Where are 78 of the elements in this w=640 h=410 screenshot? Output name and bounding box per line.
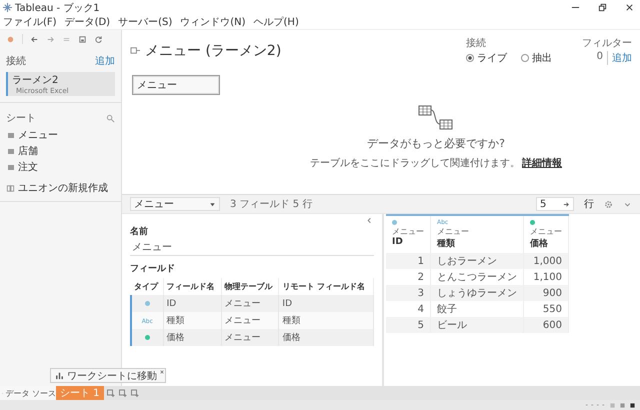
- prompt-heading: データがもっと必要ですか?: [367, 136, 505, 151]
- table-cell: ビール: [430, 317, 524, 333]
- new-story-icon[interactable]: [130, 388, 140, 398]
- summary-text: 3 フィールド 5 行: [230, 198, 312, 211]
- column-header[interactable]: ID: [392, 237, 424, 247]
- add-link[interactable]: 追加: [95, 54, 115, 68]
- new-union-item[interactable]: ユニオンの新規作成: [18, 181, 108, 195]
- table-cell: 900: [524, 285, 568, 301]
- column-table-name: メニュー: [530, 226, 562, 237]
- table-cell: 3: [386, 285, 430, 301]
- forward-arrow-icon[interactable]: [46, 34, 55, 44]
- menu-item[interactable]: ファイル(F): [3, 15, 57, 29]
- table-icon: [8, 148, 14, 154]
- table-icon: [8, 164, 14, 170]
- filmstrip-view-icon[interactable]: [629, 402, 636, 408]
- go-to-worksheet-tooltip[interactable]: ワークシートに移動: [50, 368, 166, 383]
- sheet-item[interactable]: 店舗: [18, 144, 38, 158]
- table-cell: しおラーメン: [430, 253, 524, 269]
- table-node[interactable]: メニュー: [132, 75, 220, 95]
- settings-icon[interactable]: [604, 200, 613, 208]
- sheet-item[interactable]: 注文: [18, 160, 38, 174]
- menu-item[interactable]: ウィンドウ(N): [180, 15, 246, 29]
- logo-icon[interactable]: [6, 34, 15, 44]
- refresh-icon[interactable]: [94, 34, 103, 44]
- section-label: シート: [6, 112, 36, 125]
- rows-field[interactable]: 5: [536, 197, 574, 211]
- related-tables-drawing: [418, 105, 454, 131]
- column-table-name: メニュー: [392, 226, 424, 237]
- menu-item[interactable]: データ(D): [64, 15, 110, 29]
- arrow-icon: [563, 200, 570, 208]
- data-source-title[interactable]: メニュー (ラーメン2): [145, 42, 282, 60]
- add-filter-link[interactable]: 追加: [612, 51, 632, 65]
- connection-label: 接続: [466, 36, 487, 50]
- restore-icon[interactable]: [598, 3, 607, 12]
- search-icon[interactable]: [106, 114, 115, 122]
- column-table-name: メニュー: [437, 226, 470, 237]
- table-select[interactable]: メニュー: [130, 197, 220, 211]
- bar-chart-icon: [55, 371, 64, 380]
- table-cell: 価格: [278, 329, 374, 346]
- column-header[interactable]: 種類: [437, 237, 517, 250]
- radio-label: ライブ: [477, 52, 507, 65]
- menu-item[interactable]: ヘルプ(H): [254, 15, 299, 29]
- hint-text: テーブルをここにドラッグして関連付けます。: [310, 156, 520, 170]
- window-title: Tableau - ブック1: [15, 2, 100, 14]
- filter-label: フィルター: [582, 37, 632, 50]
- sheet-item[interactable]: メニュー: [18, 128, 58, 142]
- section-label: 接続: [6, 54, 26, 68]
- table-icon: [8, 132, 14, 138]
- list-view-icon[interactable]: [619, 402, 626, 408]
- name-label: 名前: [130, 226, 149, 238]
- close-icon[interactable]: [625, 3, 634, 12]
- navigation-icon[interactable]: [584, 402, 606, 408]
- table-cell: 価格: [163, 329, 222, 346]
- learn-more-link[interactable]: 詳細情報: [522, 156, 562, 170]
- table-cell: 1: [386, 253, 430, 269]
- close-icon[interactable]: [160, 370, 164, 374]
- filter-count: 0: [596, 51, 608, 65]
- menu-item[interactable]: サーバー(S): [118, 15, 172, 29]
- back-arrow-icon[interactable]: [30, 34, 39, 44]
- table-cell: 5: [386, 317, 430, 333]
- table-cell: メニュー: [221, 329, 279, 346]
- caret-icon: [209, 200, 216, 208]
- table-cell: 1,000: [524, 253, 568, 269]
- name-field[interactable]: メニュー: [130, 239, 374, 256]
- data-source-tab[interactable]: データ ソース: [0, 386, 56, 400]
- fields-label: フィールド: [130, 263, 176, 275]
- new-worksheet-icon[interactable]: [106, 388, 116, 398]
- radio-button[interactable]: [521, 54, 529, 62]
- app-icon: [3, 3, 12, 12]
- radio-label: 抽出: [532, 52, 552, 65]
- column-header[interactable]: 価格: [530, 237, 562, 250]
- new-dashboard-icon[interactable]: [118, 388, 128, 398]
- union-icon: [6, 184, 15, 192]
- table-cell: しょうゆラーメン: [430, 285, 524, 301]
- save-icon[interactable]: [78, 34, 87, 44]
- radio-button[interactable]: [466, 54, 474, 62]
- table-cell: 600: [524, 317, 568, 333]
- rows-label: 行: [584, 198, 594, 211]
